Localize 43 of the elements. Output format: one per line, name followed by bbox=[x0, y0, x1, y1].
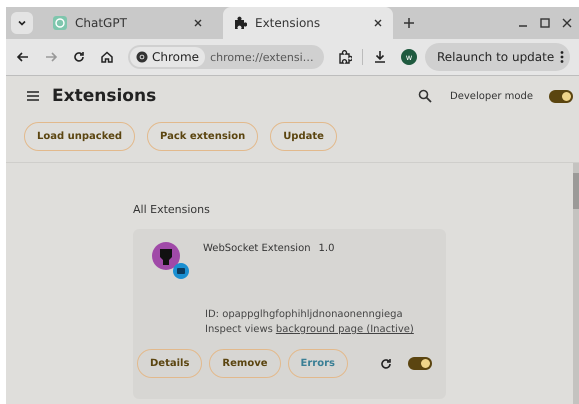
address-bar[interactable]: Chrome chrome://extensi… bbox=[128, 45, 324, 69]
card-button[interactable]: Details bbox=[137, 349, 202, 378]
card-button[interactable]: Remove bbox=[209, 349, 280, 378]
new-tab-icon[interactable] bbox=[403, 17, 415, 29]
menu-icon[interactable] bbox=[26, 90, 40, 102]
close-icon[interactable] bbox=[561, 17, 573, 29]
url-text: chrome://extensi… bbox=[210, 50, 314, 64]
browser-tab[interactable]: ChatGPT bbox=[43, 7, 213, 39]
action-button[interactable]: Pack extension bbox=[147, 122, 258, 151]
puzzle-icon bbox=[233, 16, 247, 30]
extension-id: ID: opappglhgfophihljdnonaonenngiega bbox=[205, 309, 404, 320]
action-button[interactable]: Update bbox=[270, 122, 337, 151]
back-icon[interactable] bbox=[16, 50, 30, 64]
inspect-views-label: Inspect views bbox=[205, 324, 273, 335]
download-icon[interactable] bbox=[373, 50, 387, 64]
close-icon[interactable] bbox=[373, 18, 383, 28]
scrollbar[interactable] bbox=[573, 163, 579, 404]
chrome-icon bbox=[136, 51, 148, 63]
extension-toggle[interactable] bbox=[408, 357, 432, 370]
site-chip[interactable]: Chrome bbox=[130, 47, 206, 67]
page-title: Extensions bbox=[52, 86, 156, 106]
section-title: All Extensions bbox=[133, 203, 211, 216]
close-icon[interactable] bbox=[193, 18, 203, 28]
developer-mode-label: Developer mode bbox=[450, 90, 533, 102]
search-icon[interactable] bbox=[418, 89, 432, 103]
reload-icon[interactable] bbox=[379, 356, 393, 370]
chatgpt-icon bbox=[53, 16, 67, 30]
home-icon[interactable] bbox=[100, 50, 114, 64]
maximize-icon[interactable] bbox=[539, 17, 551, 29]
puzzle-icon[interactable] bbox=[338, 50, 352, 64]
developer-mode-toggle[interactable] bbox=[549, 90, 573, 102]
chevron-down-icon bbox=[17, 18, 27, 28]
extension-icon bbox=[151, 241, 189, 279]
profile-avatar[interactable]: w bbox=[401, 49, 417, 65]
more-icon bbox=[560, 50, 564, 64]
browser-tab[interactable]: Extensions bbox=[223, 7, 393, 39]
tab-list-button[interactable] bbox=[11, 12, 33, 34]
action-button[interactable]: Load unpacked bbox=[24, 122, 136, 151]
extension-name: WebSocket Extension bbox=[203, 243, 311, 256]
relaunch-button[interactable]: Relaunch to update bbox=[425, 43, 570, 71]
background-page-link[interactable]: background page (Inactive) bbox=[276, 324, 414, 335]
extension-version: 1.0 bbox=[318, 243, 334, 256]
reload-icon[interactable] bbox=[72, 50, 86, 64]
